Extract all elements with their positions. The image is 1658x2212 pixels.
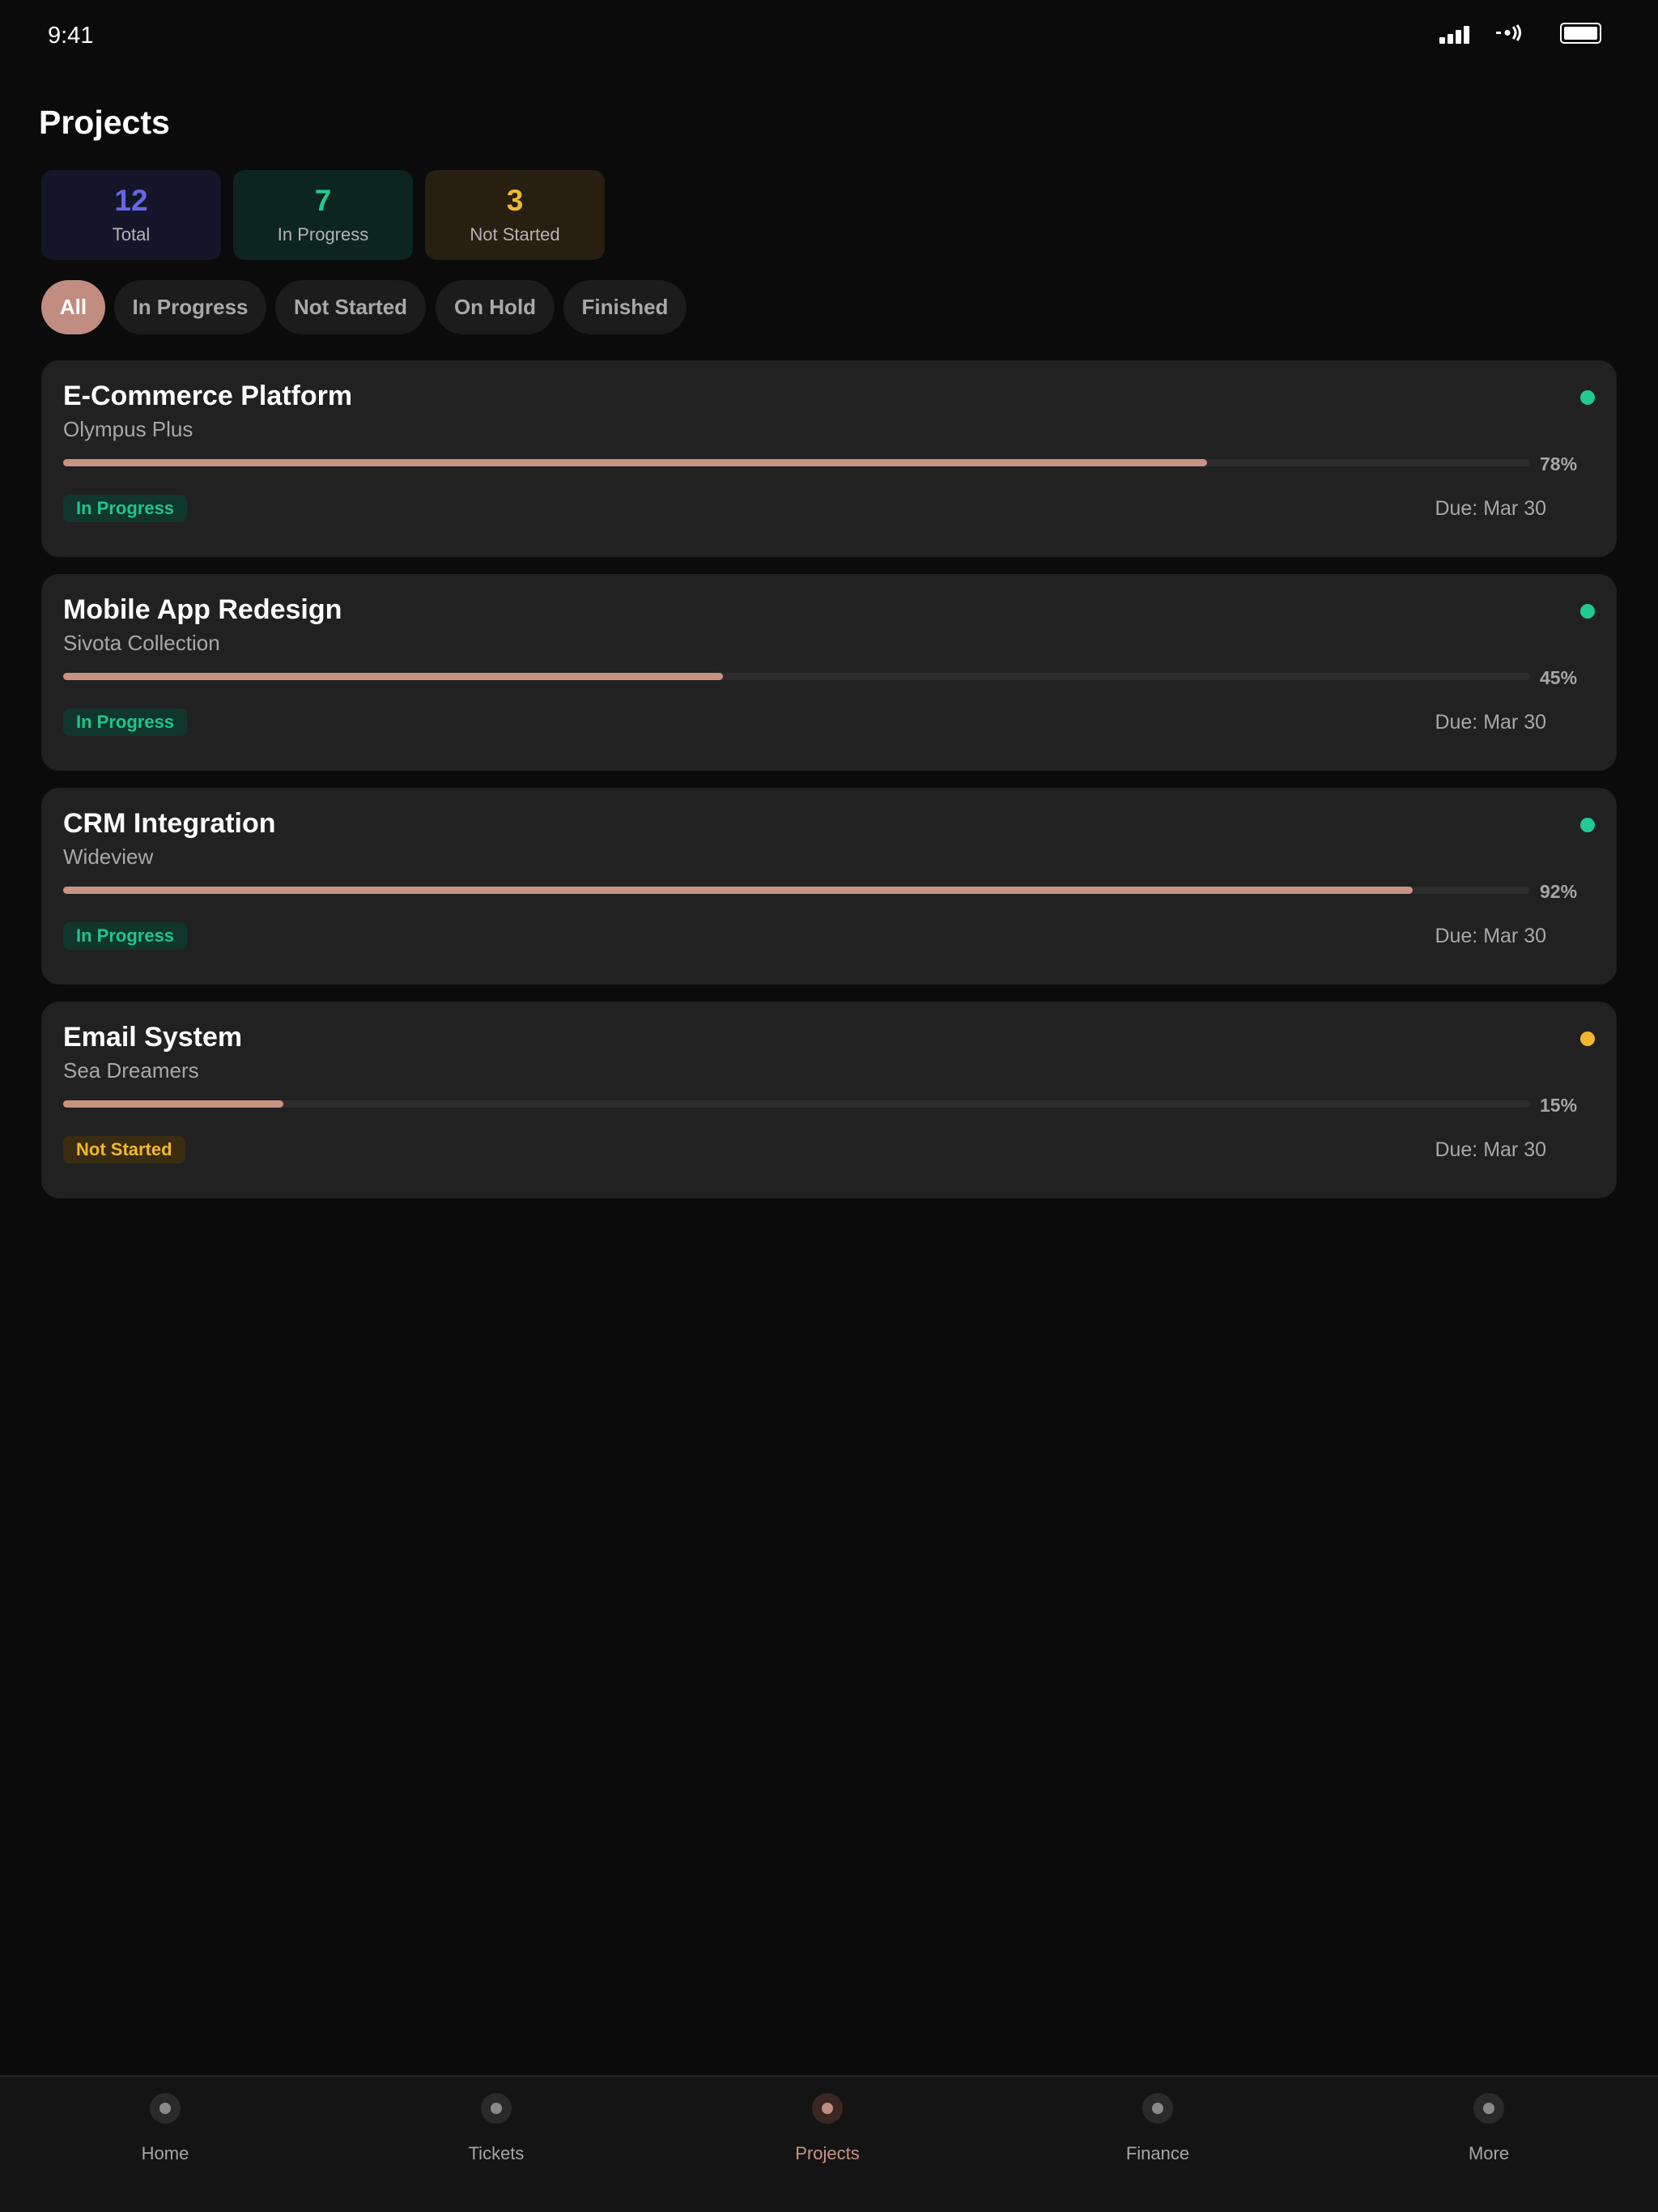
stat-label: Not Started — [470, 224, 560, 245]
signal-icon — [1439, 26, 1470, 44]
project-title: CRM Integration — [63, 808, 276, 839]
project-client: Wideview — [63, 844, 154, 869]
status-bar: 9:41 — [0, 0, 1658, 73]
project-card[interactable]: CRM Integration Wideview 92% In Progress… — [41, 788, 1617, 985]
due-date: Due: Mar 30 — [1435, 925, 1546, 947]
wifi-icon — [1496, 24, 1521, 41]
project-card[interactable]: Mobile App Redesign Sivota Collection 45… — [41, 574, 1617, 771]
stat-label: Total — [112, 224, 151, 245]
progress-fill — [63, 1100, 283, 1108]
tab-tickets[interactable]: Tickets — [415, 2093, 577, 2182]
filter-chip-on-hold[interactable]: On Hold — [436, 280, 555, 334]
progress-bar — [63, 1100, 1530, 1108]
stat-value: 7 — [314, 184, 332, 217]
page-title: Projects — [39, 104, 170, 141]
status-dot — [1580, 818, 1595, 832]
tab-more[interactable]: More — [1408, 2093, 1570, 2182]
tab-label: Finance — [1125, 2143, 1190, 2163]
projects-screen: 9:41 Projects 12 Total 7 In Progress 3 N… — [0, 0, 1658, 2212]
due-date: Due: Mar 30 — [1435, 497, 1546, 520]
home-icon — [150, 2093, 181, 2124]
progress-fill — [63, 459, 1208, 466]
filter-chip-in-progress[interactable]: In Progress — [114, 280, 266, 334]
status-badge: In Progress — [63, 708, 188, 736]
project-card[interactable]: Email System Sea Dreamers 15% Not Starte… — [41, 1002, 1617, 1198]
tab-label: Projects — [795, 2143, 860, 2163]
progress-bar — [63, 887, 1530, 894]
stat-value: 12 — [114, 184, 148, 217]
finance-icon — [1142, 2093, 1173, 2124]
progress-fill — [63, 887, 1414, 894]
filter-chip-all[interactable]: All — [41, 280, 105, 334]
battery-icon — [1560, 23, 1601, 44]
status-badge: Not Started — [63, 1136, 185, 1163]
stat-card-total: 12 Total — [41, 170, 221, 260]
stat-label: In Progress — [277, 224, 369, 245]
project-card[interactable]: E-Commerce Platform Olympus Plus 78% In … — [41, 360, 1617, 557]
progress-percent: 92% — [1540, 881, 1578, 902]
status-dot — [1580, 1032, 1595, 1046]
tab-projects[interactable]: Projects — [746, 2093, 908, 2182]
stat-card-in-progress: 7 In Progress — [233, 170, 413, 260]
project-client: Sea Dreamers — [63, 1058, 199, 1083]
progress-fill — [63, 673, 724, 680]
tab-label: Tickets — [468, 2143, 525, 2163]
status-dot — [1580, 604, 1595, 619]
project-client: Sivota Collection — [63, 631, 220, 655]
project-title: E-Commerce Platform — [63, 381, 353, 411]
progress-bar — [63, 673, 1530, 680]
tickets-icon — [481, 2093, 512, 2124]
progress-percent: 45% — [1540, 667, 1578, 688]
progress-bar — [63, 459, 1530, 466]
tab-home[interactable]: Home — [84, 2093, 246, 2182]
project-title: Email System — [63, 1022, 243, 1053]
stat-card-not-started: 3 Not Started — [425, 170, 605, 260]
project-client: Olympus Plus — [63, 417, 193, 441]
status-badge: In Progress — [63, 922, 188, 950]
projects-icon — [812, 2093, 843, 2124]
status-time: 9:41 — [48, 23, 94, 49]
progress-percent: 15% — [1540, 1095, 1578, 1116]
more-icon — [1473, 2093, 1504, 2124]
tab-label: Home — [141, 2143, 189, 2163]
stat-value: 3 — [506, 184, 524, 217]
filter-chip-not-started[interactable]: Not Started — [275, 280, 426, 334]
project-title: Mobile App Redesign — [63, 594, 342, 625]
tab-finance[interactable]: Finance — [1077, 2093, 1239, 2182]
filter-chip-finished[interactable]: Finished — [563, 280, 687, 334]
tab-label: More — [1468, 2143, 1510, 2163]
status-dot — [1580, 390, 1595, 405]
due-date: Due: Mar 30 — [1435, 1138, 1546, 1161]
progress-percent: 78% — [1540, 453, 1578, 474]
due-date: Due: Mar 30 — [1435, 711, 1546, 734]
status-badge: In Progress — [63, 495, 188, 522]
bottom-tab-bar: Home Tickets Projects Finance More — [0, 2075, 1658, 2212]
